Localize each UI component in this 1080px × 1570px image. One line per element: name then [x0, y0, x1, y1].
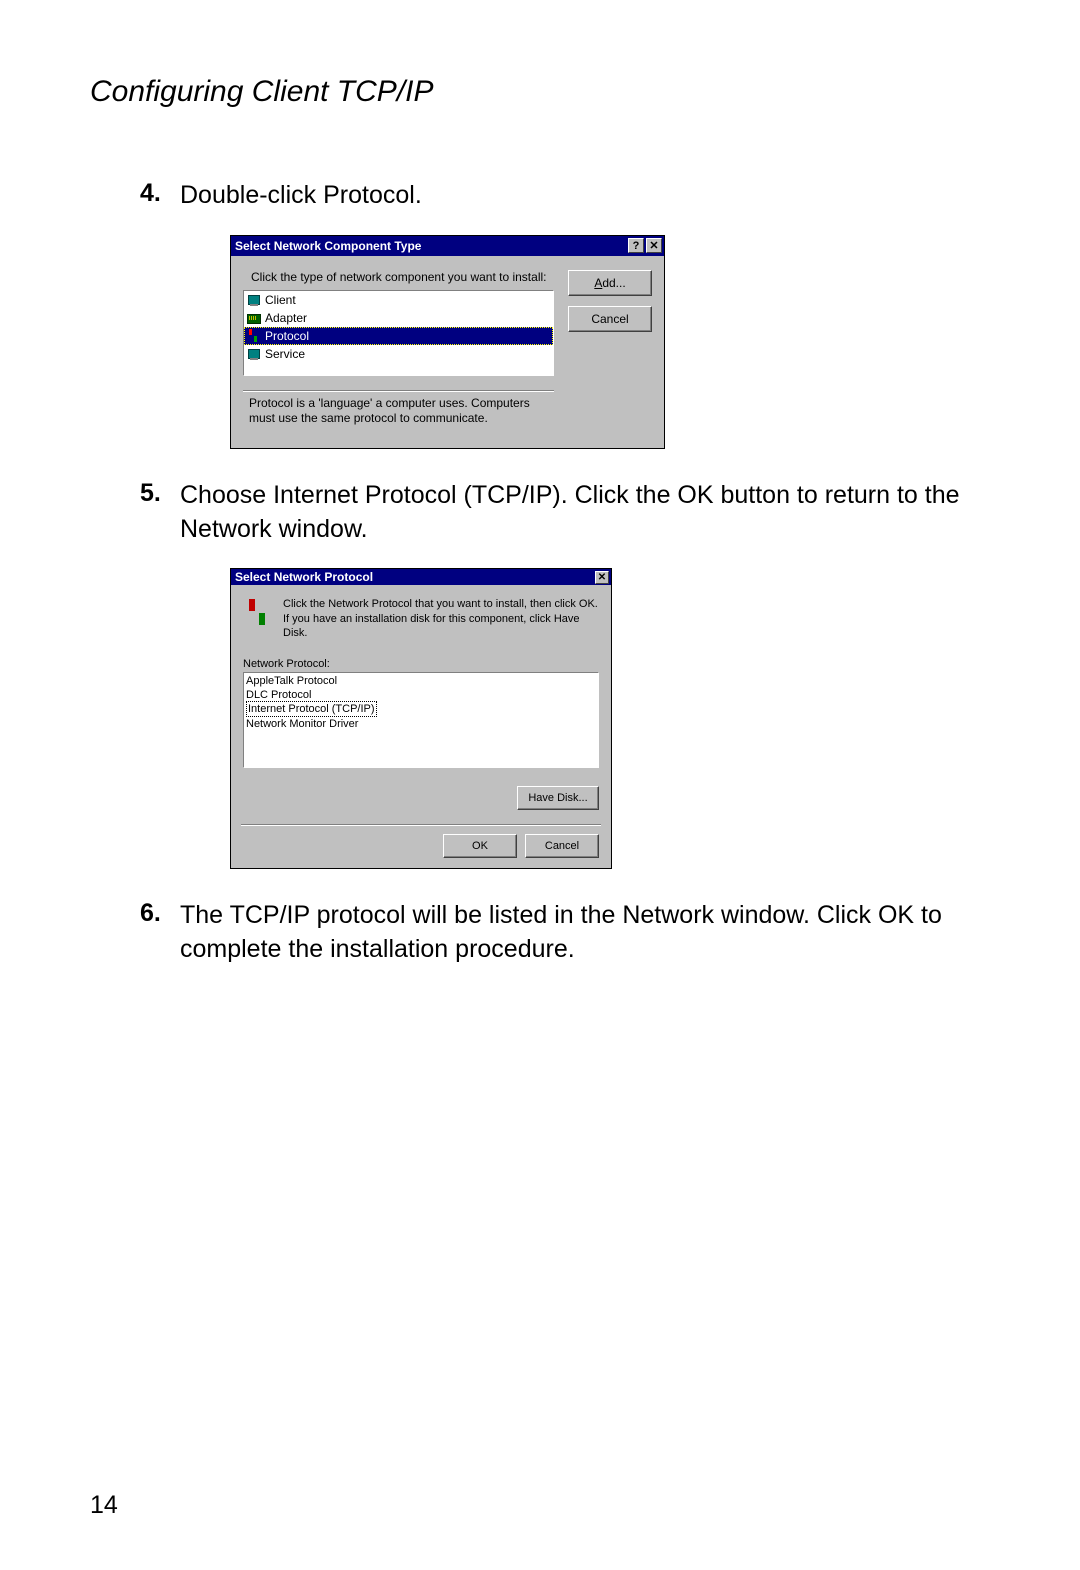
step-text: The TCP/IP protocol will be listed in th…: [180, 899, 990, 967]
protocol-item-dlc[interactable]: DLC Protocol: [246, 688, 596, 702]
protocol-icon: [246, 328, 262, 344]
protocol-list-label: Network Protocol:: [243, 658, 599, 670]
protocol-icon: [243, 597, 275, 629]
protocol-item-monitor[interactable]: Network Monitor Driver: [246, 717, 596, 731]
steps-list: 4. Double-click Protocol. Select Network…: [140, 179, 990, 967]
step-text: Double-click Protocol.: [180, 179, 422, 213]
document-page: Configuring Client TCP/IP 4. Double-clic…: [0, 0, 1080, 1570]
component-item-adapter[interactable]: Adapter: [244, 309, 553, 327]
component-description: Protocol is a 'language' a computer uses…: [243, 390, 554, 436]
figure-dialog1: Select Network Component Type ? ✕ Click …: [230, 235, 990, 449]
cancel-button[interactable]: Cancel: [525, 834, 599, 858]
component-item-service[interactable]: Service: [244, 345, 553, 363]
select-component-type-dialog: Select Network Component Type ? ✕ Click …: [230, 235, 665, 449]
ok-button[interactable]: OK: [443, 834, 517, 858]
step-text: Choose Internet Protocol (TCP/IP). Click…: [180, 479, 990, 547]
add-button-suffix: dd...: [602, 276, 625, 290]
step-6: 6. The TCP/IP protocol will be listed in…: [140, 899, 990, 967]
protocol-item-appletalk[interactable]: AppleTalk Protocol: [246, 674, 596, 688]
close-icon[interactable]: ✕: [646, 238, 662, 253]
close-icon[interactable]: ✕: [595, 571, 609, 584]
adapter-icon: [246, 310, 262, 326]
dialog1-title: Select Network Component Type: [235, 239, 626, 253]
have-disk-button[interactable]: Have Disk...: [517, 786, 599, 810]
component-item-client[interactable]: Client: [244, 291, 553, 309]
figure-dialog2: Select Network Protocol ✕ Click the Netw…: [230, 568, 990, 869]
page-number: 14: [90, 1491, 118, 1520]
component-label: Client: [265, 293, 296, 307]
component-label: Protocol: [265, 329, 309, 343]
add-button[interactable]: Add...: [568, 270, 652, 296]
protocol-item-tcpip[interactable]: Internet Protocol (TCP/IP): [246, 701, 377, 717]
help-icon[interactable]: ?: [628, 238, 644, 253]
step-number: 6.: [140, 899, 180, 928]
component-type-list[interactable]: Client Adapter Protocol: [243, 290, 554, 376]
step-number: 5.: [140, 479, 180, 508]
component-label: Service: [265, 347, 305, 361]
component-label: Adapter: [265, 311, 307, 325]
dialog2-title: Select Network Protocol: [235, 570, 593, 584]
protocol-list[interactable]: AppleTalk Protocol DLC Protocol Internet…: [243, 672, 599, 768]
dialog1-titlebar: Select Network Component Type ? ✕: [231, 236, 664, 256]
select-network-protocol-dialog: Select Network Protocol ✕ Click the Netw…: [230, 568, 612, 869]
step-5: 5. Choose Internet Protocol (TCP/IP). Cl…: [140, 479, 990, 869]
section-title: Configuring Client TCP/IP: [90, 75, 990, 109]
cancel-button[interactable]: Cancel: [568, 306, 652, 332]
dialog1-instruction: Click the type of network component you …: [251, 270, 554, 284]
service-icon: [246, 346, 262, 362]
dialog2-titlebar: Select Network Protocol ✕: [231, 569, 611, 585]
component-item-protocol[interactable]: Protocol: [244, 327, 553, 345]
client-icon: [246, 292, 262, 308]
step-4: 4. Double-click Protocol. Select Network…: [140, 179, 990, 449]
dialog2-message: Click the Network Protocol that you want…: [283, 597, 599, 640]
separator: [241, 824, 601, 826]
step-number: 4.: [140, 179, 180, 208]
